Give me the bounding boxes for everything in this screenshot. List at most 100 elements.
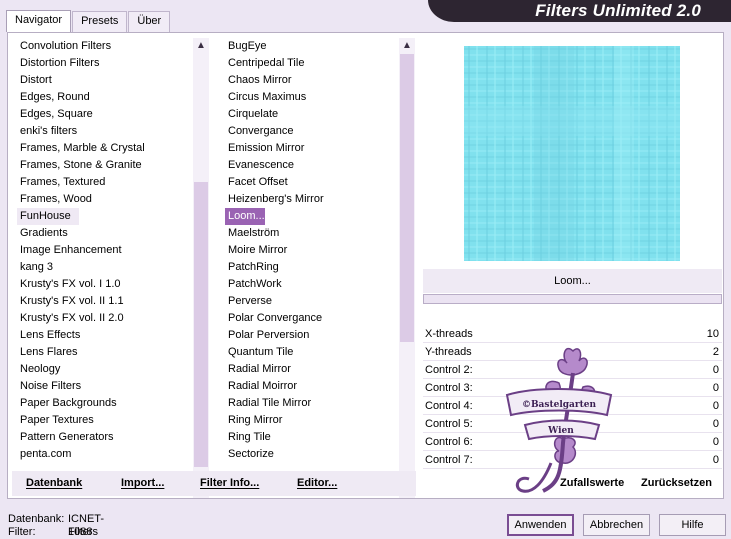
filter-item[interactable]: Heizenberg's Mirror <box>224 191 399 208</box>
tab-ueber[interactable]: Über <box>128 11 171 32</box>
scroll-up-icon[interactable]: ▲ <box>399 38 415 54</box>
category-item[interactable]: Krusty's FX vol. II 1.1 <box>16 293 196 310</box>
status-db-label: Datenbank: <box>8 513 65 525</box>
filter-item[interactable]: Polar Convergance <box>224 310 399 327</box>
import-button[interactable]: Import... <box>121 471 164 495</box>
category-item[interactable]: Convolution Filters <box>16 38 196 55</box>
scroll-up-icon[interactable]: ▲ <box>193 38 209 54</box>
control-value[interactable]: 0 <box>713 397 719 415</box>
category-item[interactable]: Edges, Square <box>16 106 196 123</box>
filter-item[interactable]: Ring Tile <box>224 429 399 446</box>
reset-button[interactable]: Zurücksetzen <box>641 471 712 495</box>
category-item[interactable]: Krusty's FX vol. II 2.0 <box>16 310 196 327</box>
control-value[interactable]: 0 <box>713 433 719 451</box>
filter-info-button[interactable]: Filter Info... <box>200 471 259 495</box>
filter-item[interactable]: Emission Mirror <box>224 140 399 157</box>
filter-item[interactable]: Circus Maximus <box>224 89 399 106</box>
filter-item[interactable]: Centripedal Tile <box>224 55 399 72</box>
category-item[interactable]: Distortion Filters <box>16 55 196 72</box>
category-item[interactable]: Pattern Generators <box>16 429 196 446</box>
filter-item[interactable]: PatchRing <box>224 259 399 276</box>
control-label: Control 7: <box>425 454 473 466</box>
category-scroll-thumb[interactable] <box>194 182 208 467</box>
control-label: Control 5: <box>425 418 473 430</box>
apply-button[interactable]: Anwenden <box>507 514 574 536</box>
category-item[interactable]: Edges, Round <box>16 89 196 106</box>
status-filter: Filter: 1088 <box>8 526 92 539</box>
control-row[interactable]: X-threads 10 <box>423 325 722 343</box>
tab-presets[interactable]: Presets <box>72 11 128 32</box>
cancel-button[interactable]: Abbrechen <box>583 514 650 536</box>
status-filter-value: 1088 <box>68 526 93 538</box>
category-item[interactable]: Krusty's FX vol. I 1.0 <box>16 276 196 293</box>
preview-image <box>464 46 680 261</box>
filter-item[interactable]: Convergance <box>224 123 399 140</box>
filter-item[interactable]: Evanescence <box>224 157 399 174</box>
app-title: Filters Unlimited 2.0 <box>535 1 701 20</box>
category-item[interactable]: Frames, Wood <box>16 191 196 208</box>
control-value[interactable]: 10 <box>707 325 719 343</box>
filter-item[interactable]: Sectorize <box>224 446 399 463</box>
category-item[interactable]: kang 3 <box>16 259 196 276</box>
filter-list[interactable]: BugEye Centripedal Tile Chaos Mirror Circus… <box>224 38 399 498</box>
category-item[interactable]: penta.com <box>16 446 196 463</box>
control-label: X-threads <box>425 328 473 340</box>
filter-item[interactable]: Facet Offset <box>224 174 399 191</box>
category-item[interactable]: Paper Textures <box>16 412 196 429</box>
help-button[interactable]: Hilfe <box>659 514 726 536</box>
control-label: Control 6: <box>425 436 473 448</box>
control-value[interactable]: 0 <box>713 415 719 433</box>
category-item[interactable]: Neology <box>16 361 196 378</box>
filter-item[interactable]: BugEye <box>224 38 399 55</box>
filter-item[interactable]: Loom... <box>225 208 265 225</box>
filter-item[interactable]: PatchWork <box>224 276 399 293</box>
category-item[interactable]: Gradients <box>16 225 196 242</box>
filter-item[interactable]: Chaos Mirror <box>224 72 399 89</box>
datenbank-button[interactable]: Datenbank <box>26 471 82 495</box>
filter-item[interactable]: Radial Moirror <box>224 378 399 395</box>
category-item[interactable]: Distort <box>16 72 196 89</box>
category-item[interactable]: Lens Effects <box>16 327 196 344</box>
status-filter-label: Filter: <box>8 526 36 538</box>
control-value[interactable]: 2 <box>713 343 719 361</box>
filter-item[interactable]: Cirquelate <box>224 106 399 123</box>
editor-button[interactable]: Editor... <box>297 471 337 495</box>
control-value[interactable]: 0 <box>713 361 719 379</box>
preview-texture <box>464 46 680 261</box>
category-list[interactable]: Convolution Filters Distortion Filters Dis… <box>16 38 196 498</box>
category-item[interactable]: Frames, Stone & Granite <box>16 157 196 174</box>
category-item[interactable]: Paper Backgrounds <box>16 395 196 412</box>
title-banner: Filters Unlimited 2.0 <box>428 0 731 22</box>
filter-scrollbar[interactable]: ▲ ▼ <box>399 38 415 498</box>
category-item[interactable]: Frames, Textured <box>16 174 196 191</box>
status-database: Datenbank: ICNET-Filters <box>8 513 104 538</box>
random-values-button[interactable]: Zufallswerte <box>560 471 624 495</box>
control-label: Control 4: <box>425 400 473 412</box>
control-value[interactable]: 0 <box>713 379 719 397</box>
filter-scroll-thumb[interactable] <box>400 54 414 342</box>
category-item[interactable]: FunHouse <box>17 208 79 225</box>
tab-bar: Navigator Presets Über <box>6 10 171 32</box>
category-item[interactable]: Noise Filters <box>16 378 196 395</box>
control-value[interactable]: 0 <box>713 451 719 469</box>
category-item[interactable]: enki's filters <box>16 123 196 140</box>
watermark-text-1: ©Bastelgarten <box>522 400 597 410</box>
category-item[interactable]: Lens Flares <box>16 344 196 361</box>
control-label: Y-threads <box>425 346 472 358</box>
current-filter-name: Loom... <box>423 269 722 293</box>
category-item[interactable]: Image Enhancement <box>16 242 196 259</box>
filter-item[interactable]: Moire Mirror <box>224 242 399 259</box>
filter-item[interactable]: Quantum Tile <box>224 344 399 361</box>
watermark-text-2: Wien <box>547 426 574 436</box>
filter-item[interactable]: Perverse <box>224 293 399 310</box>
control-label: Control 3: <box>425 382 473 394</box>
category-item[interactable]: Frames, Marble & Crystal <box>16 140 196 157</box>
main-panel: Convolution Filters Distortion Filters Dis… <box>7 32 724 499</box>
filter-item[interactable]: Maelström <box>224 225 399 242</box>
filter-item[interactable]: Polar Perversion <box>224 327 399 344</box>
filter-item[interactable]: Radial Mirror <box>224 361 399 378</box>
filter-item[interactable]: Ring Mirror <box>224 412 399 429</box>
category-scrollbar[interactable]: ▲ ▼ <box>193 38 209 498</box>
tab-navigator[interactable]: Navigator <box>6 10 72 32</box>
filter-item[interactable]: Radial Tile Mirror <box>224 395 399 412</box>
